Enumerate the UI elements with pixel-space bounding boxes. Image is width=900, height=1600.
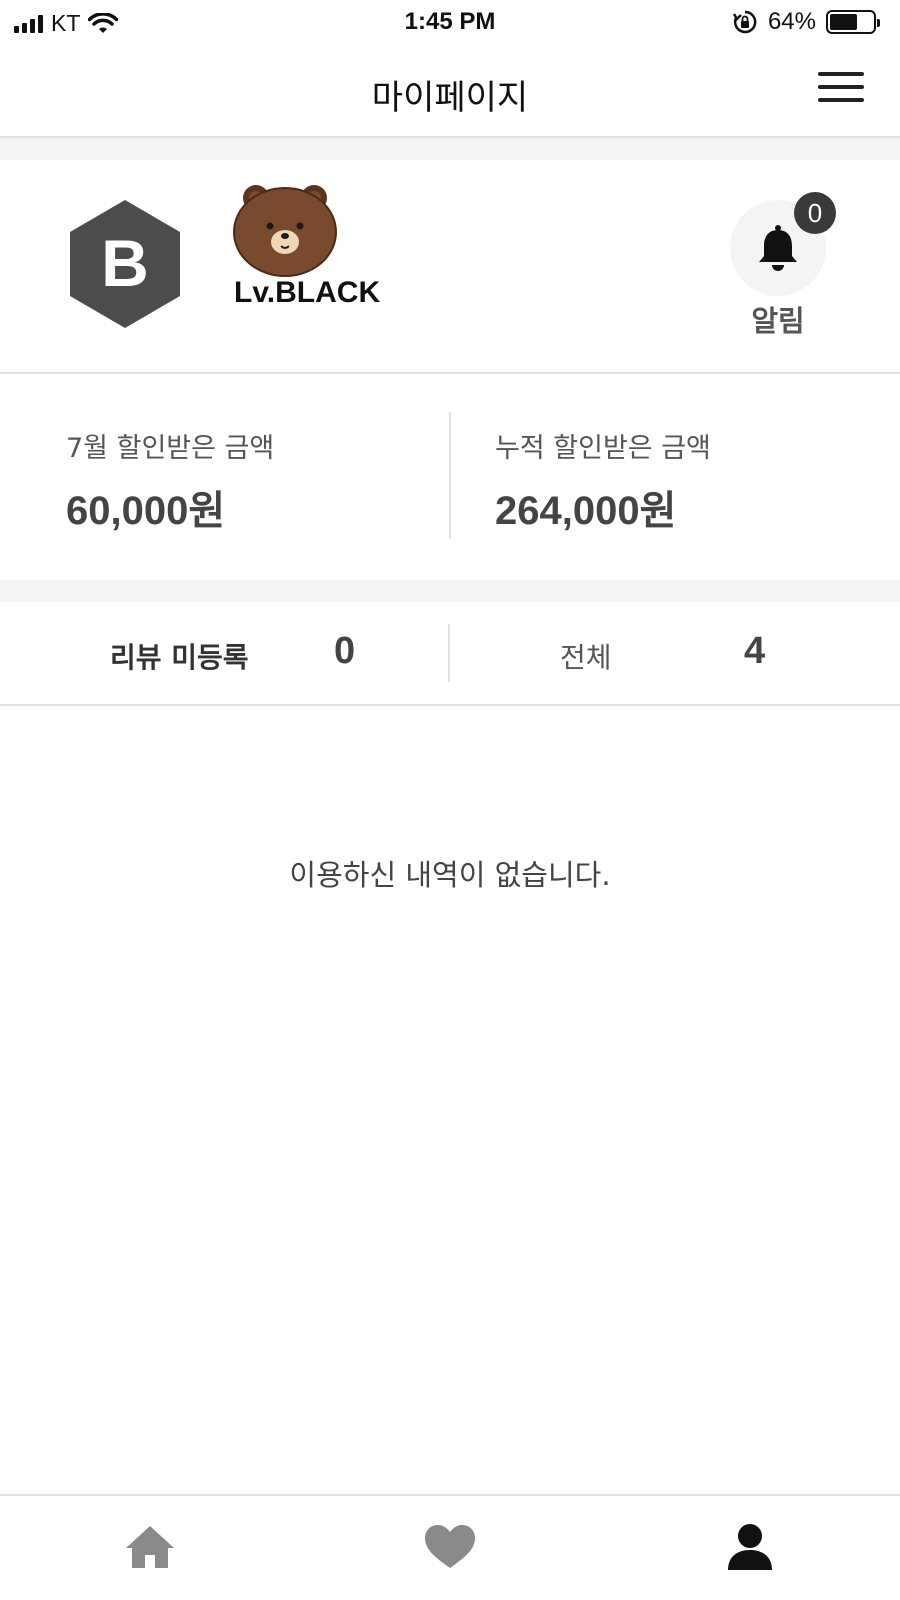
page-header: 마이페이지 [0, 44, 900, 138]
tab-all[interactable]: 전체 4 [450, 602, 900, 706]
battery-percent: 64% [767, 8, 816, 35]
monthly-discount-label: 7월 할인받은 금액 [66, 433, 275, 464]
tab-label: 리뷰 미등록 [110, 641, 249, 674]
battery-icon [826, 10, 880, 34]
discount-stats: 7월 할인받은 금액 60,000원 누적 할인받은 금액 264,000원 [0, 374, 900, 580]
nav-mypage[interactable] [722, 1522, 778, 1572]
page-title: 마이페이지 [371, 78, 529, 118]
tab-count: 0 [334, 630, 356, 672]
home-icon [126, 1526, 174, 1568]
tab-label: 전체 [560, 641, 612, 674]
hamburger-menu-icon[interactable] [818, 72, 864, 104]
notification-count-badge: 0 [794, 192, 836, 234]
member-level: Lv.BLACK [234, 276, 381, 309]
status-bar: KT 1:45 PM 64% [0, 0, 900, 44]
empty-state-message: 이용하신 내역이 없습니다. [289, 858, 611, 892]
grade-letter: B [101, 226, 149, 300]
tab-review-pending[interactable]: 리뷰 미등록 0 [0, 602, 448, 706]
total-discount-label: 누적 할인받은 금액 [495, 433, 711, 464]
grade-badge: B [70, 200, 180, 328]
status-right: 64% [732, 8, 880, 36]
bottom-nav [0, 1494, 900, 1600]
history-tabs: 리뷰 미등록 0 전체 4 [0, 602, 900, 706]
battery-fill [830, 14, 857, 30]
section-divider [0, 580, 900, 602]
rotation-lock-icon [732, 10, 757, 34]
person-icon [728, 1524, 772, 1570]
notification-label[interactable]: 알림 [730, 298, 826, 340]
tab-count: 4 [744, 630, 766, 672]
monthly-discount-value: 60,000원 [66, 489, 226, 533]
total-discount-value: 264,000원 [495, 489, 677, 533]
nav-home[interactable] [122, 1522, 178, 1572]
section-divider [0, 138, 900, 160]
nav-favorites[interactable] [422, 1522, 478, 1572]
heart-icon [425, 1525, 475, 1568]
stats-divider [449, 412, 451, 538]
bear-avatar-icon [233, 185, 337, 277]
profile-section: B Lv.BLACK 0 알림 [0, 160, 900, 374]
